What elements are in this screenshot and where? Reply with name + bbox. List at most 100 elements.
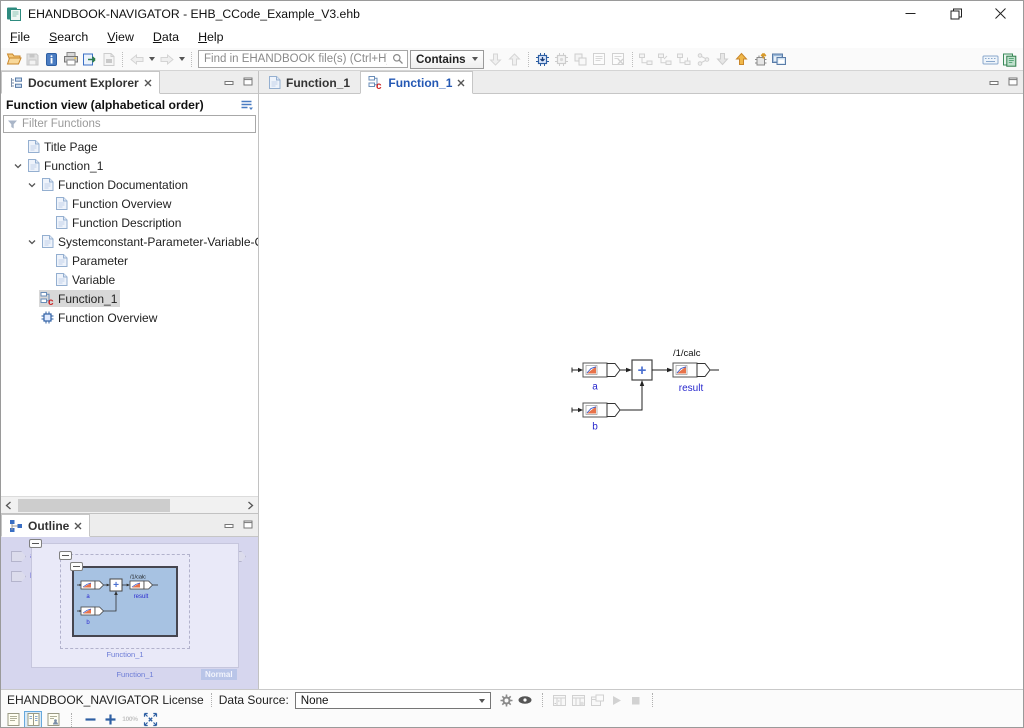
menu-file[interactable]: File (10, 30, 30, 44)
collapse-icon[interactable] (29, 539, 42, 548)
save-icon[interactable] (23, 50, 42, 69)
view-menu-icon[interactable] (240, 99, 253, 111)
minimize-button[interactable] (888, 1, 933, 26)
branch-icon[interactable] (694, 50, 713, 69)
minimap-subsystem-block[interactable]: + /1/calc result a (72, 566, 178, 637)
shortcuts-keyboard-icon[interactable] (981, 50, 1000, 69)
fit-to-screen-icon[interactable] (141, 711, 159, 728)
show-document-icon[interactable] (590, 50, 609, 69)
nav-back-icon[interactable] (127, 50, 146, 69)
pdf-export-icon[interactable] (99, 50, 118, 69)
collapse-icon[interactable] (70, 562, 83, 571)
collapse-hierarchy-icon[interactable] (656, 50, 675, 69)
maximize-view-icon[interactable] (1008, 77, 1018, 86)
tree-item-title-page[interactable]: Title Page (1, 137, 258, 156)
menu-view[interactable]: View (107, 30, 134, 44)
restore-button[interactable] (933, 1, 978, 26)
maximize-view-icon[interactable] (243, 77, 253, 86)
tree-item-function-1-model[interactable]: cFunction_1 (1, 289, 258, 308)
step-into-icon[interactable] (713, 50, 732, 69)
goto-function-icon[interactable] (533, 50, 552, 69)
experiment-window-icon[interactable] (588, 691, 607, 710)
page-with-person-view-icon[interactable] (44, 711, 62, 728)
calibration-window-icon[interactable] (569, 691, 588, 710)
svg-text:b: b (592, 422, 598, 433)
print-icon[interactable] (61, 50, 80, 69)
chevron-down-icon[interactable] (25, 180, 39, 190)
single-page-view-icon[interactable] (4, 711, 22, 728)
minimize-view-icon[interactable] (224, 77, 234, 86)
output-block-result[interactable]: /1/calc result (673, 348, 719, 394)
function-documentation-icon[interactable] (552, 50, 571, 69)
step-out-icon[interactable] (732, 50, 751, 69)
maximize-view-icon[interactable] (243, 520, 253, 529)
minimize-view-icon[interactable] (989, 77, 999, 86)
collapse-icon[interactable] (59, 551, 72, 560)
info-book-icon[interactable] (42, 50, 61, 69)
find-input[interactable] (198, 50, 408, 68)
data-source-dropdown[interactable]: None (295, 692, 491, 709)
scrollbar-thumb[interactable] (18, 499, 170, 512)
handbook-library-icon[interactable] (1000, 50, 1019, 69)
sum-block[interactable]: + (632, 360, 652, 380)
minimize-view-icon[interactable] (224, 520, 234, 529)
export-icon[interactable] (80, 50, 99, 69)
open-file-icon[interactable] (4, 50, 23, 69)
tab-function-1-model[interactable]: c Function_1 (360, 71, 473, 94)
filter-functions-input[interactable] (3, 115, 256, 133)
input-block-b[interactable]: b (572, 403, 620, 433)
close-icon[interactable] (457, 79, 465, 87)
tree-item-parameter[interactable]: Parameter (1, 251, 258, 270)
tab-document-explorer[interactable]: Document Explorer (1, 71, 160, 94)
expand-hierarchy-icon[interactable] (637, 50, 656, 69)
tree-item-function-overview-chip[interactable]: Function Overview (1, 308, 258, 327)
close-icon[interactable] (74, 522, 82, 530)
open-new-window-icon[interactable] (770, 50, 789, 69)
nav-forward-icon[interactable] (157, 50, 176, 69)
menu-search[interactable]: Search (49, 30, 88, 44)
zoom-in-icon[interactable] (101, 711, 119, 728)
explorer-horizontal-scrollbar[interactable] (1, 496, 258, 513)
tree-item-function-documentation[interactable]: Function Documentation (1, 175, 258, 194)
tree-item-function-1[interactable]: Function_1 (1, 156, 258, 175)
menu-help[interactable]: Help (198, 30, 224, 44)
visualization-eye-icon[interactable] (516, 691, 535, 710)
goto-parent-icon[interactable] (751, 50, 770, 69)
nav-forward-menu-icon[interactable] (176, 50, 187, 69)
tab-label: Function_1 (388, 76, 452, 90)
view-zoom-bar: 100% (1, 710, 1023, 728)
tree-item-variable[interactable]: Variable (1, 270, 258, 289)
function-compare-icon[interactable] (571, 50, 590, 69)
outline-icon (9, 519, 23, 533)
stop-measurement-icon[interactable] (626, 691, 645, 710)
outline-minimap[interactable]: a b result (1, 537, 258, 689)
scroll-right-icon[interactable] (243, 501, 258, 510)
split-page-view-icon[interactable] (24, 711, 42, 728)
measurement-window-icon[interactable] (550, 691, 569, 710)
zoom-reset-icon[interactable]: 100% (121, 711, 139, 728)
nav-back-menu-icon[interactable] (146, 50, 157, 69)
contains-dropdown[interactable]: Contains (410, 50, 484, 69)
diagram-canvas[interactable]: a + /1/calc result (259, 94, 1023, 689)
chip-icon (39, 310, 56, 325)
scroll-left-icon[interactable] (1, 501, 16, 510)
settings-gear-icon[interactable] (497, 691, 516, 710)
find-previous-icon[interactable] (505, 50, 524, 69)
tree-item-function-description[interactable]: Function Description (1, 213, 258, 232)
start-measurement-icon[interactable] (607, 691, 626, 710)
tab-function-1-document[interactable]: Function_1 (261, 71, 357, 94)
chevron-down-icon[interactable] (11, 161, 25, 171)
close-icon[interactable] (144, 79, 152, 87)
find-next-icon[interactable] (486, 50, 505, 69)
tab-outline[interactable]: Outline (1, 514, 90, 537)
zoom-out-icon[interactable] (81, 711, 99, 728)
license-label: EHANDBOOK_NAVIGATOR License (7, 693, 204, 707)
close-document-icon[interactable] (609, 50, 628, 69)
tree-item-systemconstant[interactable]: Systemconstant-Parameter-Variable-Cl (1, 232, 258, 251)
menu-data[interactable]: Data (153, 30, 179, 44)
close-button[interactable] (978, 1, 1023, 26)
chevron-down-icon[interactable] (25, 237, 39, 247)
tree-item-function-overview[interactable]: Function Overview (1, 194, 258, 213)
link-hierarchy-icon[interactable] (675, 50, 694, 69)
input-block-a[interactable]: a (572, 363, 620, 393)
